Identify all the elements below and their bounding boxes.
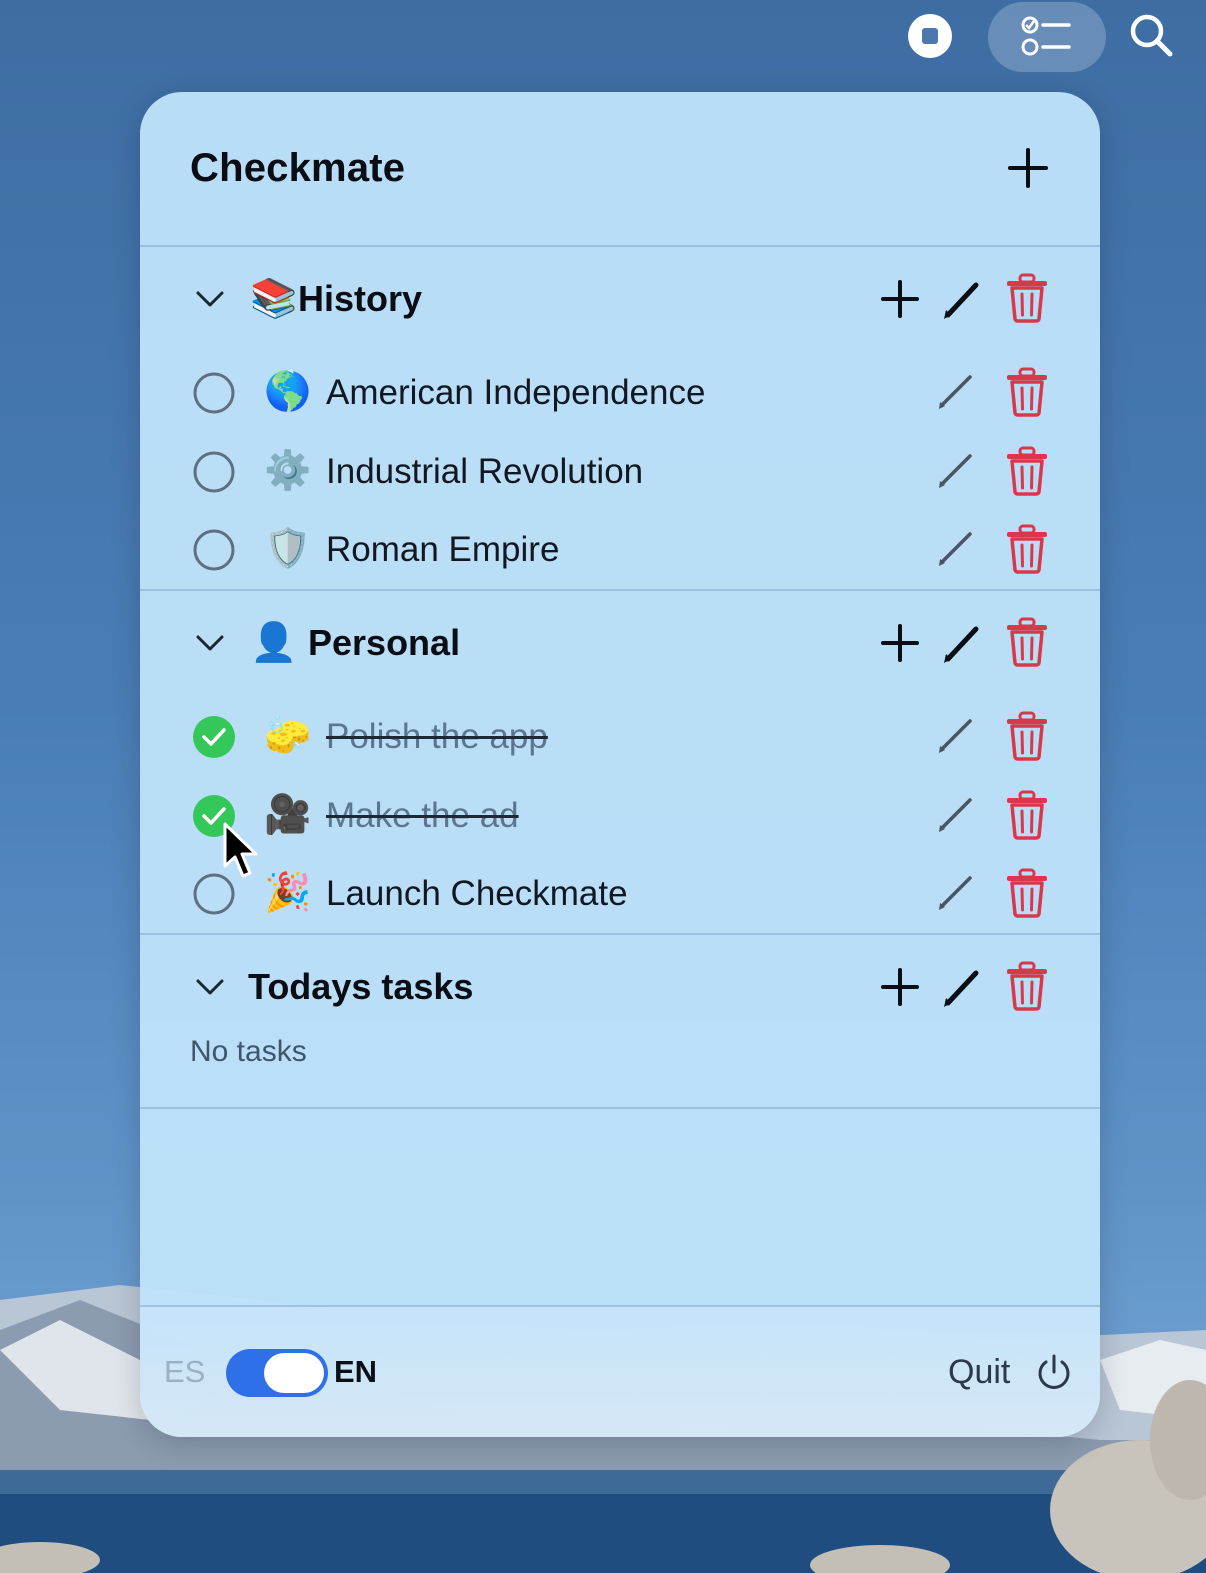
edit-task-icon[interactable] [936,872,976,912]
search-icon[interactable] [1126,10,1176,60]
task-label: Industrial Revolution [326,452,644,491]
language-en-label: EN [334,1354,378,1389]
delete-task-icon[interactable] [1004,868,1050,918]
edit-task-icon[interactable] [936,794,976,834]
gear-icon: ⚙️ [264,450,312,492]
list-section-personal: 👤 Personal 🧽 Polish the app 🎥 Make the a… [140,591,1100,935]
add-list-icon[interactable] [1006,146,1050,190]
edit-list-icon[interactable] [940,621,984,665]
task-row[interactable]: 🎥 Make the ad [140,780,1100,852]
list-section-history: 📚 History 🌎 American Independence ⚙️ Ind… [140,247,1100,591]
edit-list-icon[interactable] [940,277,984,321]
section-title: Todays tasks [248,966,474,1007]
edit-task-icon[interactable] [936,528,976,568]
checklist-icon [1021,16,1071,56]
unchecked-circle-icon[interactable] [192,528,236,572]
toggle-knob [264,1353,324,1393]
delete-list-icon[interactable] [1004,961,1050,1011]
task-label: Polish the app [326,717,548,756]
task-row[interactable]: ⚙️ Industrial Revolution [140,436,1100,508]
section-header: 📚 History [140,259,1100,339]
delete-list-icon[interactable] [1004,617,1050,667]
section-header: 👤 Personal [140,603,1100,683]
globe-icon: 🌎 [264,371,312,413]
list-section-todays-tasks: Todays tasks No tasks [140,935,1100,1109]
unchecked-circle-icon[interactable] [192,450,236,494]
unchecked-circle-icon[interactable] [192,371,236,415]
stop-icon[interactable] [906,12,954,60]
delete-task-icon[interactable] [1004,711,1050,761]
checkmate-popover: Checkmate 📚 History 🌎 American Independe… [140,92,1100,1437]
edit-task-icon[interactable] [936,450,976,490]
task-row[interactable]: 🧽 Polish the app [140,701,1100,773]
app-title: Checkmate [190,146,406,190]
movie-camera-icon: 🎥 [264,794,312,836]
mouse-cursor-icon [223,822,258,878]
empty-state-text: No tasks [190,1035,307,1068]
add-task-icon[interactable] [878,965,922,1009]
task-label: American Independence [326,373,706,412]
edit-list-icon[interactable] [940,965,984,1009]
person-icon: 👤 [250,622,298,664]
language-toggle[interactable] [226,1349,328,1397]
section-header: Todays tasks [140,947,1100,1027]
panel-header: Checkmate [140,92,1100,247]
language-es-label: ES [164,1354,206,1389]
add-task-icon[interactable] [878,621,922,665]
task-label: Roman Empire [326,530,560,569]
task-row[interactable]: 🎉 Launch Checkmate [140,858,1100,930]
checklist-menubar-button[interactable] [988,2,1106,72]
delete-task-icon[interactable] [1004,790,1050,840]
section-title: Personal [308,622,461,663]
party-popper-icon: 🎉 [264,872,312,914]
books-icon: 📚 [250,278,298,320]
add-task-icon[interactable] [878,277,922,321]
delete-task-icon[interactable] [1004,446,1050,496]
delete-list-icon[interactable] [1004,273,1050,323]
task-label: Make the ad [326,796,519,835]
chevron-down-icon[interactable] [190,279,230,319]
task-row[interactable]: 🌎 American Independence [140,357,1100,429]
chevron-down-icon[interactable] [190,967,230,1007]
delete-task-icon[interactable] [1004,367,1050,417]
chevron-down-icon[interactable] [190,623,230,663]
edit-task-icon[interactable] [936,715,976,755]
task-row[interactable]: 🛡️ Roman Empire [140,514,1100,586]
shield-icon: 🛡️ [264,528,312,570]
delete-task-icon[interactable] [1004,524,1050,574]
sponge-icon: 🧽 [264,715,312,757]
edit-task-icon[interactable] [936,371,976,411]
section-title: History [298,278,423,319]
task-label: Launch Checkmate [326,874,628,913]
panel-footer: ES EN Quit [140,1307,1100,1437]
checked-circle-icon[interactable] [192,715,236,759]
power-icon[interactable] [1034,1353,1074,1393]
quit-label[interactable]: Quit [948,1353,1010,1392]
